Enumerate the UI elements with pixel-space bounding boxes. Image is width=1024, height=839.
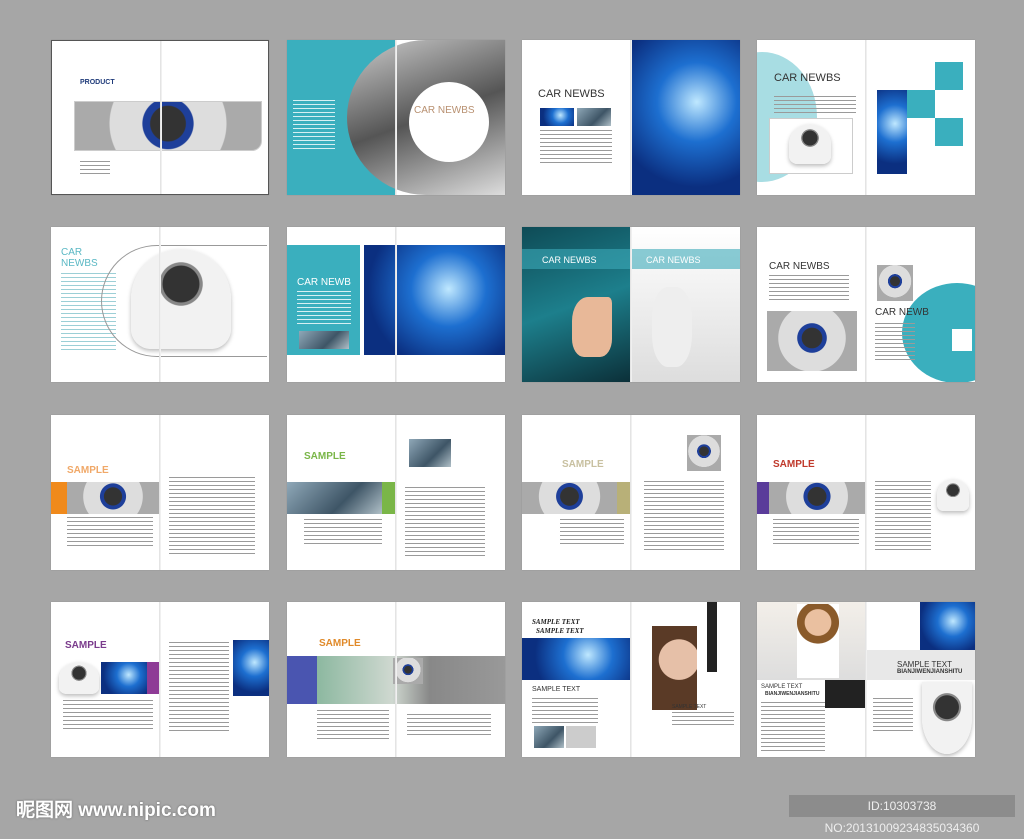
- heading: CAR NEWBS: [538, 88, 605, 100]
- spread-sample-2: SAMPLE: [287, 415, 505, 570]
- spread-8: CAR NEWBS CAR NEWB: [757, 227, 975, 382]
- digital-image: [632, 40, 740, 195]
- spread-cover: PRODUCT: [51, 40, 269, 195]
- spread-sample-3: SAMPLE: [522, 415, 740, 570]
- heading-right: CAR NEWB: [875, 307, 929, 318]
- spread-sample-1: SAMPLE: [51, 415, 269, 570]
- sample-heading: SAMPLE: [67, 465, 109, 476]
- heading: CAR NEWBS: [61, 247, 98, 269]
- heading: CAR NEWBS: [414, 105, 475, 116]
- spread-sample-4: SAMPLE: [757, 415, 975, 570]
- sample-text-2: SAMPLE TEXT: [536, 627, 584, 635]
- spread-5: CAR NEWBS: [51, 227, 269, 382]
- camera-image: [74, 101, 262, 151]
- spread-sample-text-1: SAMPLE TEXT SAMPLE TEXT SAMPLE TEXT SAMP…: [522, 602, 740, 757]
- girl-photo: [652, 626, 697, 710]
- sample-text-3: SAMPLE TEXT: [532, 686, 581, 693]
- heading-left: CAR NEWBS: [542, 255, 597, 265]
- heading-left: CAR NEWBS: [769, 261, 830, 272]
- spread-7: CAR NEWBS CAR NEWBS: [522, 227, 740, 382]
- sample-heading: SAMPLE: [65, 640, 107, 651]
- heading: CAR NEWB: [297, 277, 351, 288]
- spread-6: CAR NEWB: [287, 227, 505, 382]
- spread-sample-5: SAMPLE: [51, 602, 269, 757]
- bianji-1: BIANJIWENJIANSHITU: [765, 691, 820, 697]
- bianji-2: BIANJIWENJIANSHITU: [897, 669, 963, 675]
- spread-sample-text-2: SAMPLE TEXT BIANJIWENJIANSHITU SAMPLE TE…: [757, 602, 975, 757]
- sample-text-4: SAMPLE TEXT: [672, 704, 707, 710]
- woman-photo: [797, 604, 839, 678]
- cover-title: PRODUCT: [80, 79, 115, 86]
- sample-heading: SAMPLE: [773, 459, 815, 470]
- heading: CAR NEWBS: [774, 72, 841, 84]
- hand-image: [572, 297, 612, 357]
- sample-heading: SAMPLE: [562, 459, 604, 470]
- sample-heading: SAMPLE: [304, 451, 346, 462]
- watermark-site: 昵图网 www.nipic.com: [16, 800, 216, 821]
- spread-2: CAR NEWBS: [287, 40, 505, 195]
- sample-heading: SAMPLE: [319, 638, 361, 649]
- network-image: [364, 245, 505, 355]
- sample-text-1: SAMPLE TEXT: [532, 618, 580, 626]
- watermark-id: ID:10303738 NO:20131009234835034360: [789, 795, 1015, 835]
- sample-text-1: SAMPLE TEXT: [761, 684, 803, 690]
- spread-3: CAR NEWBS: [522, 40, 740, 195]
- text-block: [80, 161, 110, 175]
- figure-image: [652, 287, 692, 367]
- heading-right: CAR NEWBS: [646, 255, 701, 265]
- spread-sample-6: SAMPLE: [287, 602, 505, 757]
- sample-text-2: SAMPLE TEXT: [897, 660, 952, 669]
- dome-camera: [131, 249, 231, 349]
- dome-camera: [789, 124, 831, 164]
- spread-4: CAR NEWBS: [757, 40, 975, 195]
